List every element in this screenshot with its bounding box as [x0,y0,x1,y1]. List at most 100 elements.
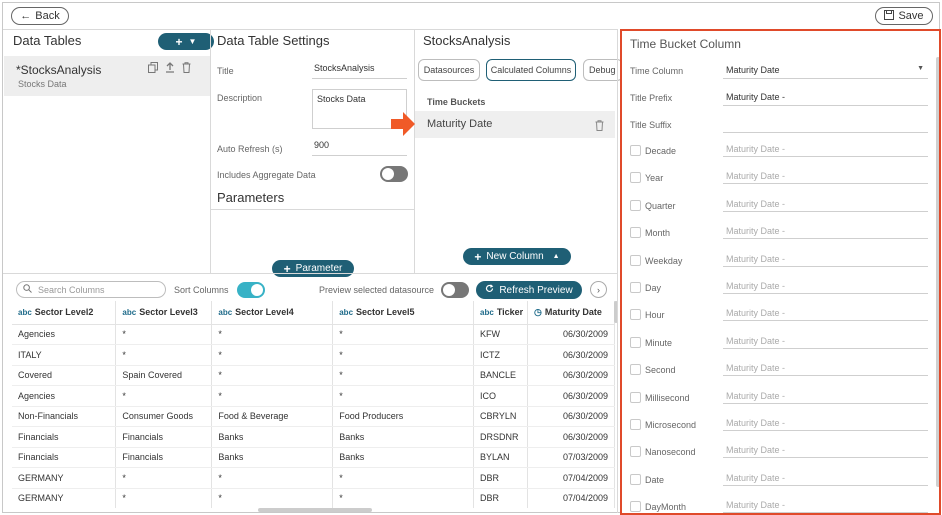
column-header[interactable]: abc Sector Level3 [115,301,213,325]
table-cell: * [332,488,475,508]
trash-icon[interactable] [595,118,604,136]
title-input[interactable]: StocksAnalysis [312,63,407,79]
title-suffix-input[interactable] [723,116,928,133]
bucket-checkbox[interactable] [630,391,641,403]
bucket-title-input[interactable]: Maturity Date - [723,250,928,267]
time-bucket-item[interactable]: Maturity Date [415,111,615,138]
caret-up-icon: ▲ [552,253,560,260]
auto-refresh-input[interactable]: 900 [312,140,407,156]
table-cell: Consumer Goods [115,406,213,427]
bucket-checkbox[interactable] [630,145,641,156]
bucket-title-input[interactable]: Maturity Date - [723,414,928,431]
bucket-checkbox[interactable] [630,446,641,458]
table-cell: Banks [211,447,334,468]
tab-datasources[interactable]: Datasources [418,59,480,81]
description-label: Description [217,93,263,103]
time-column-select[interactable]: Maturity Date ▼ [723,62,928,79]
table-cell: * [332,385,475,407]
refresh-icon [485,284,494,296]
bucket-label: Minute [645,337,673,348]
back-button[interactable]: ← Back [11,7,69,25]
trash-icon[interactable] [182,62,191,76]
table-row[interactable]: Financials Financials Banks Banks BYLAN 07/03… [12,447,615,468]
table-cell: Food Producers [332,406,475,427]
table-cell: GERMANY [12,488,117,508]
table-row[interactable]: ITALY * * * ICTZ 06/30/2009 [12,344,615,366]
bucket-checkbox[interactable] [630,282,641,293]
data-table-name: *StocksAnalysis [16,63,102,77]
bucket-checkbox[interactable] [630,364,641,376]
column-header[interactable]: abc Ticker [473,301,529,325]
save-button[interactable]: Save [875,7,933,25]
new-column-button[interactable]: + New Column ▲ [463,248,571,265]
grid-divider [3,273,618,274]
bucket-checkbox[interactable] [630,336,641,348]
bucket-label: Quarter [645,200,676,211]
sort-columns-toggle[interactable] [237,282,265,298]
table-cell: ICTZ [473,344,529,366]
horizontal-scrollbar[interactable] [258,508,372,512]
bucket-title-input[interactable]: Maturity Date - [723,496,928,513]
bucket-title-input[interactable]: Maturity Date - [723,277,928,294]
bucket-title-input[interactable]: Maturity Date - [723,167,928,185]
bucket-checkbox[interactable] [630,309,641,321]
search-icon [23,284,32,295]
title-prefix-input[interactable]: Maturity Date - [723,89,928,106]
refresh-preview-button[interactable]: Refresh Preview [476,281,582,299]
bucket-label: Hour [645,310,665,321]
bucket-title-input[interactable]: Maturity Date - [723,332,928,349]
chevron-right-icon[interactable]: › [590,281,607,298]
bucket-checkbox[interactable] [630,501,641,513]
table-cell: * [332,324,475,345]
bucket-checkbox[interactable] [630,473,641,485]
bucket-title-input[interactable]: Maturity Date - [723,387,928,404]
column-header[interactable]: abc Sector Level2 [12,301,117,325]
bucket-title-input[interactable]: Maturity Date - [723,195,928,212]
analysis-title: StocksAnalysis [423,33,511,48]
search-columns-input[interactable]: Search Columns [16,281,166,298]
clock-icon: ◷ [534,306,542,317]
bucket-title-input[interactable]: Maturity Date - [723,359,928,377]
table-cell: Agencies [12,385,117,407]
copy-icon[interactable] [148,62,158,76]
column-header[interactable]: abc Sector Level4 [211,301,334,325]
bucket-title-input[interactable]: Maturity Date - [723,469,928,486]
add-parameter-button[interactable]: + Parameter [272,260,354,277]
table-cell: Non-Financials [12,406,117,427]
bucket-checkbox[interactable] [630,227,641,239]
table-row[interactable]: Non-Financials Consumer Goods Food & Bever… [12,406,615,427]
table-cell: * [211,365,334,386]
table-cell: Financials [115,426,213,448]
bucket-checkbox[interactable] [630,199,641,211]
bucket-title-input[interactable]: Maturity Date - [723,222,928,240]
table-cell: * [115,324,213,345]
add-data-table-button[interactable]: + ▼ [158,33,214,50]
new-column-label: New Column [486,251,544,262]
preview-datasource-toggle[interactable] [441,282,469,298]
bucket-title-input[interactable]: Maturity Date - [723,441,928,459]
bucket-title-input[interactable]: Maturity Date - [723,304,928,322]
data-table-item[interactable]: *StocksAnalysis Stocks Data [4,56,210,96]
bucket-title-input[interactable]: Maturity Date - [723,140,928,157]
tab-calculated-columns[interactable]: Calculated Columns [486,59,576,81]
table-row[interactable]: Agencies * * * KFW 06/30/2009 [12,324,615,345]
panel-scrollbar[interactable] [936,57,939,487]
table-row[interactable]: Covered Spain Covered * * BANCLE 06/30/2009 [12,365,615,386]
sort-columns-label: Sort Columns [174,285,229,295]
column-header[interactable]: ◷ Maturity Date [527,301,615,325]
table-row[interactable]: Financials Financials Banks Banks DRSDNR 06/3… [12,426,615,448]
aggregate-toggle[interactable] [380,166,408,182]
column-header[interactable]: abc Sector Level5 [332,301,475,325]
aggregate-label: Includes Aggregate Data [217,170,316,180]
table-row[interactable]: GERMANY * * * DBR 07/04/2009 [12,488,615,508]
bucket-checkbox[interactable] [630,254,641,266]
upload-icon[interactable] [165,62,175,76]
table-row[interactable]: GERMANY * * * DBR 07/04/2009 [12,467,615,489]
bucket-checkbox[interactable] [630,419,641,430]
bucket-label: Nanosecond [645,447,696,458]
table-cell: Food & Beverage [211,406,334,427]
parameters-divider [210,209,415,210]
bucket-checkbox[interactable] [630,172,641,184]
table-row[interactable]: Agencies * * * ICO 06/30/2009 [12,385,615,407]
plus-icon: + [175,34,183,49]
